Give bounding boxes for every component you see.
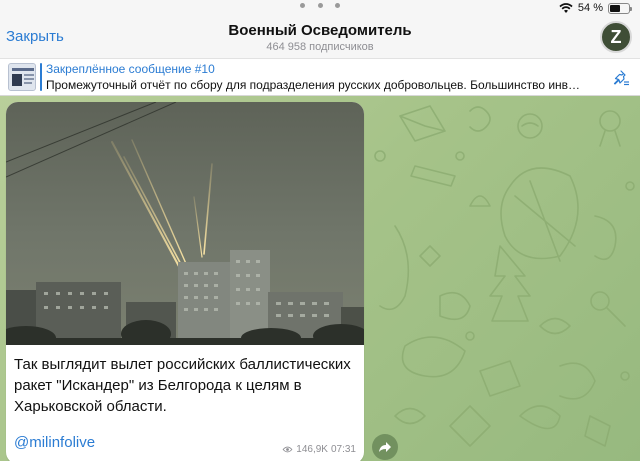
pinned-list-icon[interactable] — [612, 69, 630, 87]
pinned-indicator — [40, 63, 42, 91]
battery-icon — [608, 2, 632, 14]
pinned-title: Закреплённое сообщение #10 — [46, 62, 215, 76]
channel-info[interactable]: Военный Осведомитель 464 958 подписчиков — [0, 22, 640, 54]
battery-level — [610, 4, 620, 12]
status-indicators: 54 % — [559, 2, 632, 14]
multitasking-dots[interactable] — [300, 3, 340, 13]
share-button[interactable] — [372, 434, 398, 460]
message-photo[interactable] — [6, 102, 364, 345]
views-icon — [282, 446, 293, 453]
channel-title: Военный Осведомитель — [228, 22, 412, 39]
pinned-thumbnail-image — [9, 64, 35, 90]
message-time: 07:31 — [330, 444, 356, 455]
subscriber-count: 464 958 подписчиков — [266, 41, 374, 53]
battery-percent: 54 % — [577, 2, 603, 14]
channel-avatar[interactable]: Z — [600, 21, 632, 53]
wifi-icon — [559, 2, 573, 13]
dot — [300, 3, 305, 8]
pinned-thumbnail — [8, 63, 36, 91]
message-text: Так выглядит вылет российских баллистиче… — [14, 356, 351, 415]
avatar-letter: Z — [610, 26, 622, 47]
share-arrow-icon — [379, 442, 391, 452]
dot — [317, 3, 323, 8]
chat-header: Закрыть Военный Осведомитель 464 958 под… — [0, 18, 640, 58]
pinned-text: Промежуточный отчёт по сбору для подразд… — [46, 78, 581, 92]
channel-link[interactable]: @milinfolive — [14, 434, 95, 451]
message-meta: 146,9K 07:31 — [282, 444, 356, 455]
chat-area[interactable]: Так выглядит вылет российских баллистиче… — [0, 96, 640, 461]
message-bubble[interactable]: Так выглядит вылет российских баллистиче… — [6, 102, 364, 461]
view-count: 146,9K — [296, 444, 328, 455]
pinned-message-bar[interactable]: Закреплённое сообщение #10 Промежуточный… — [0, 58, 640, 96]
dot — [335, 3, 340, 8]
status-bar: 54 % — [0, 0, 640, 18]
